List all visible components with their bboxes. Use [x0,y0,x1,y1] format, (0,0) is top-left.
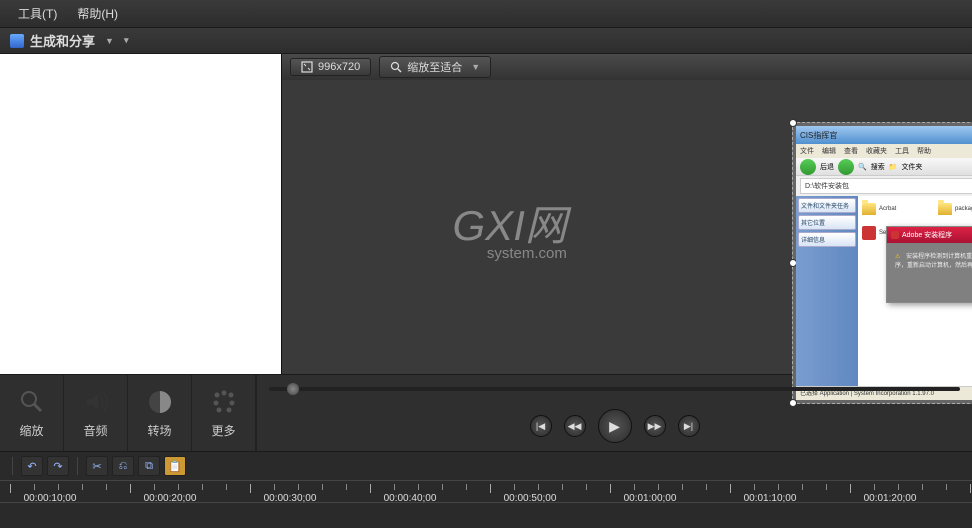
redo-button[interactable]: ↷ [47,456,69,476]
warning-icon: ⚠ [895,254,900,260]
undo-button[interactable]: ↶ [21,456,43,476]
time-label: 00:00:50;00 [504,493,557,504]
chevron-down-icon: ▾ [124,35,129,46]
share-icon [10,34,24,48]
prev-button[interactable]: |◀ [530,415,552,437]
tool-more[interactable]: 更多 [192,375,256,451]
back-icon [800,159,816,175]
play-button[interactable]: ▶ [598,409,632,443]
address-bar: D:\软件安装包 转到 [800,178,972,194]
dimensions-button[interactable]: 996x720 [290,58,371,76]
explorer-sidebar: 文件和文件夹任务 其它位置 详细信息 [796,196,858,388]
time-label: 00:00:40;00 [384,493,437,504]
next-button[interactable]: ▶| [678,415,700,437]
folder-icon [938,203,952,215]
explorer-menu: 文件编辑查看收藏夹工具帮助 [796,144,972,158]
folder-icon [862,203,876,215]
tool-zoom[interactable]: 缩放 [0,375,64,451]
share-button[interactable]: 生成和分享 ▼ ▾ [0,28,138,53]
forward-icon [838,159,854,175]
tool-audio[interactable]: 音频 [64,375,128,451]
watermark: GXI网 system.com [453,192,567,262]
forward-button[interactable]: ▶▶ [644,415,666,437]
chevron-down-icon: ▼ [471,62,480,72]
share-label: 生成和分享 [30,31,95,50]
dimensions-label: 996x720 [318,61,360,73]
time-label: 00:00:10;00 [24,493,77,504]
time-label: 00:01:00;00 [624,493,677,504]
adobe-icon [862,226,876,240]
resize-icon [301,61,313,73]
magnifier-icon [18,388,46,416]
installer-dialog: Adobe 安装程序 × ⚠ 安装程序检测到计算机重新启动的过程可能暂停。建议退… [886,226,972,303]
zoom-fit-button[interactable]: 缩放至适合 ▼ [379,56,491,78]
search-icon [390,61,402,73]
resize-handle[interactable] [789,399,797,407]
time-label: 00:01:10;00 [744,493,797,504]
tool-transition[interactable]: 转场 [128,375,192,451]
more-icon [210,388,238,416]
adobe-icon [891,231,899,239]
clip-bin-panel[interactable] [0,54,282,374]
rewind-button[interactable]: ◀◀ [564,415,586,437]
timeline[interactable]: 00:00:10;00 00:00:20;00 00:00:30;00 00:00:4… [0,480,972,528]
copy-button[interactable]: ⧉ [138,456,160,476]
preview-panel: 996x720 缩放至适合 ▼ GXI网 system.com [282,54,972,374]
transition-icon [146,388,174,416]
speaker-icon [82,388,110,416]
paste-button[interactable]: 📋 [164,456,186,476]
canvas-frame[interactable]: CIS指挥官 _ □ × 文件编辑查看收藏夹工具帮助 后退 [792,122,972,404]
cut-button[interactable]: ✂ [86,456,108,476]
time-label: 00:00:30;00 [264,493,317,504]
menu-tools[interactable]: 工具(T) [8,1,67,26]
scrub-bar[interactable] [269,387,960,391]
explorer-toolbar: 后退 🔍搜索 📁文件夹 [796,158,972,176]
zoom-label: 缩放至适合 [407,59,462,75]
chevron-down-icon: ▼ [105,36,114,46]
recorded-window: CIS指挥官 _ □ × 文件编辑查看收藏夹工具帮助 后退 [796,126,972,400]
time-label: 00:00:20;00 [144,493,197,504]
window-title: CIS指挥官 [800,130,837,141]
split-button[interactable]: ⎌ [112,456,134,476]
menu-help[interactable]: 帮助(H) [67,1,128,26]
scrub-handle[interactable] [287,383,299,395]
time-label: 00:01:20;00 [864,493,917,504]
